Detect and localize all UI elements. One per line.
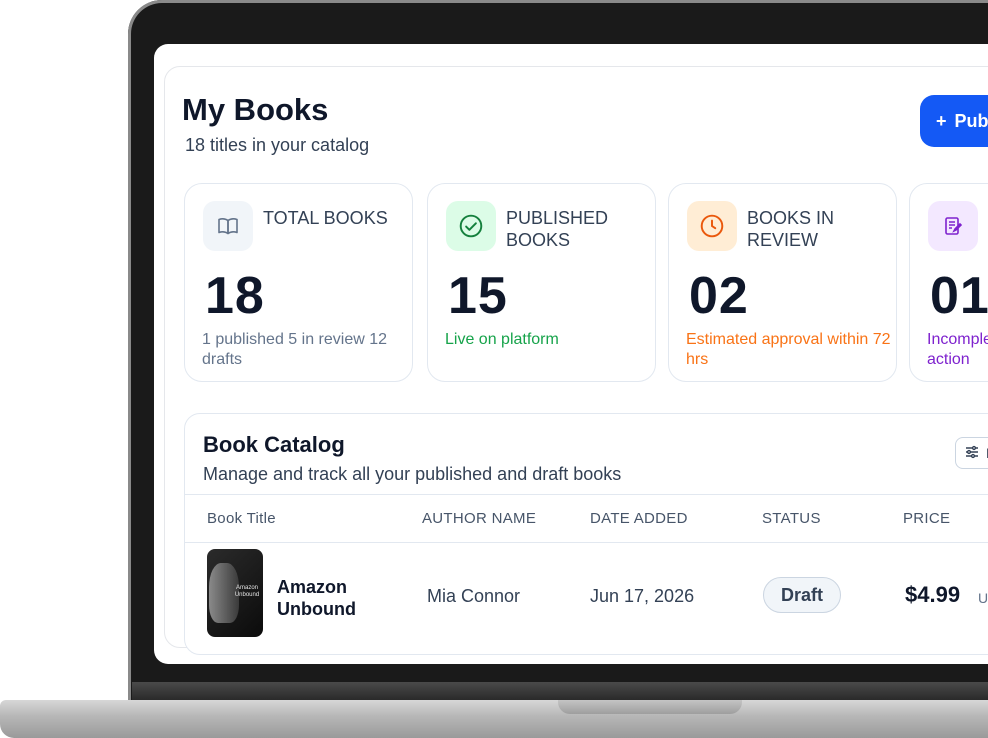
stat-card-review: BOOKS IN REVIEW 02 Estimated approval wi… (668, 183, 897, 382)
page-subtitle: 18 titles in your catalog (185, 135, 370, 155)
catalog-subtitle: Manage and track all your published and … (203, 464, 622, 484)
check-circle-icon (446, 201, 496, 251)
table-header: Book Title AUTHOR NAME DATE ADDED STATUS… (185, 494, 988, 543)
page-title: My Books (182, 92, 329, 127)
book-catalog: Book Catalog Manage and track all your p… (184, 413, 988, 655)
publish-button-label: Pub (954, 110, 988, 131)
app-window: My Books 18 titles in your catalog + Pub… (164, 66, 988, 655)
stat-value: 01 (930, 267, 988, 325)
stat-value: 02 (689, 267, 749, 325)
stat-label: PUBLISHED BOOKS (506, 208, 609, 250)
filter-button[interactable]: N (955, 437, 988, 469)
filter-icon (964, 444, 980, 463)
cover-text: Amazon Unbound (234, 585, 260, 598)
status-badge: Draft (763, 577, 841, 613)
stat-label: BOOKS IN REVIEW (747, 208, 835, 250)
price: $4.99 (905, 582, 961, 607)
column-header[interactable]: DATE ADDED (590, 510, 688, 527)
stat-label: TOTAL BOOKS (263, 208, 388, 228)
column-header[interactable]: PRICE (903, 510, 950, 527)
column-header[interactable]: AUTHOR NAME (422, 510, 536, 527)
publish-button[interactable]: + Pub (920, 95, 988, 147)
stat-card-published: PUBLISHED BOOKS 15 Live on platform (427, 183, 656, 382)
column-header[interactable]: STATUS (762, 510, 821, 527)
edit-note-icon (928, 201, 978, 251)
stat-note: Estimated approval within 72 hrs (686, 331, 891, 368)
stat-note: 1 published 5 in review 12 drafts (202, 331, 388, 368)
catalog-title: Book Catalog (203, 432, 345, 457)
stat-card-drafts: D 01 Incomple action (909, 183, 988, 382)
plus-icon: + (936, 110, 947, 131)
stat-value: 15 (448, 267, 508, 325)
clock-icon (687, 201, 737, 251)
stat-card-total: TOTAL BOOKS 18 1 published 5 in review 1… (184, 183, 413, 382)
laptop-notch (558, 700, 742, 714)
stat-value: 18 (205, 267, 265, 325)
laptop-screen: My Books 18 titles in your catalog + Pub… (154, 44, 988, 664)
book-icon (203, 201, 253, 251)
book-cover: Amazon Unbound (207, 549, 263, 637)
currency: U (978, 590, 988, 606)
author-name: Mia Connor (427, 586, 521, 606)
laptop-base (0, 700, 988, 738)
book-title[interactable]: Amazon Unbound (277, 576, 387, 620)
laptop-hinge (132, 682, 988, 700)
date-added: Jun 17, 2026 (590, 586, 695, 606)
stat-note: Incomple action (927, 331, 988, 368)
column-header[interactable]: Book Title (207, 510, 276, 527)
table-row[interactable]: Amazon Unbound Amazon Unbound Mia Connor… (185, 542, 988, 654)
stat-note: Live on platform (445, 331, 559, 348)
